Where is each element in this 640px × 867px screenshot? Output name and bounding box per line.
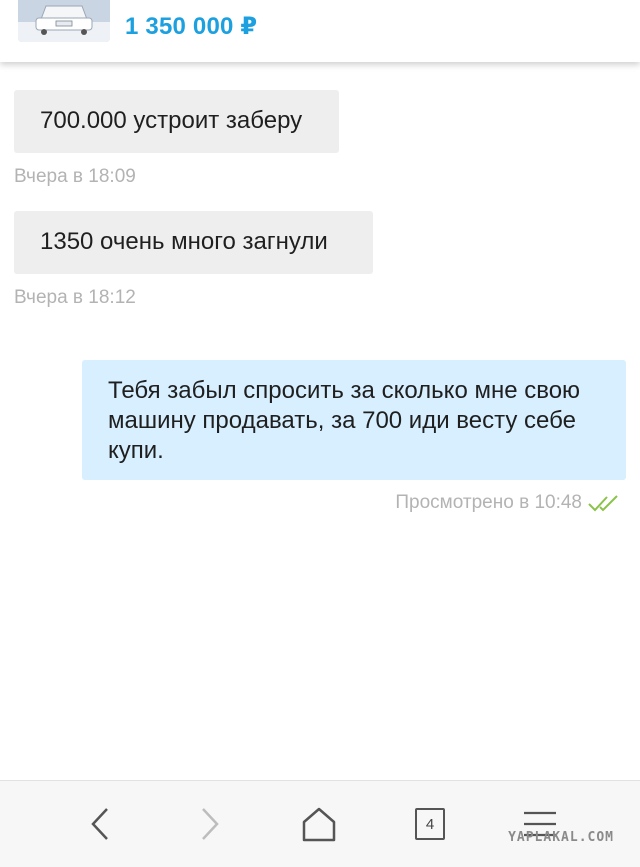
message-text: 700.000 устроит заберу bbox=[40, 107, 303, 134]
tabs-button[interactable]: 4 bbox=[400, 799, 460, 849]
chevron-left-icon bbox=[91, 808, 108, 840]
back-button[interactable] bbox=[70, 799, 130, 849]
tabs-count: 4 bbox=[415, 808, 445, 840]
car-photo-icon bbox=[18, 0, 110, 42]
forward-button[interactable] bbox=[180, 799, 240, 849]
message-text: 1350 очень много загнули bbox=[40, 228, 328, 255]
listing-price: 1 350 000 ₽ bbox=[125, 13, 258, 40]
message-timestamp: Вчера в 18:09 bbox=[14, 166, 136, 187]
home-icon bbox=[302, 807, 336, 842]
outgoing-message-bubble[interactable]: Тебя забыл спросить за сколько мне свою … bbox=[82, 360, 626, 480]
car-photo-thumbnail[interactable] bbox=[18, 0, 110, 42]
double-check-icon bbox=[588, 495, 618, 512]
message-text: Тебя забыл спросить за сколько мне свою … bbox=[108, 377, 581, 464]
watermark: YAPLAKAL.COM bbox=[508, 830, 614, 845]
seen-status-text: Просмотрено в 10:48 bbox=[395, 492, 582, 513]
browser-bottom-nav: 4 bbox=[0, 780, 640, 867]
chevron-right-icon bbox=[202, 808, 219, 840]
incoming-message-bubble[interactable]: 700.000 устроит заберу bbox=[14, 90, 339, 153]
chat-screen: 1 350 000 ₽ 700.000 устроит заберу Вчера… bbox=[0, 0, 640, 867]
listing-header[interactable]: 1 350 000 ₽ bbox=[0, 0, 640, 62]
seen-status: Просмотрено в 10:48 bbox=[395, 492, 622, 514]
home-button[interactable] bbox=[289, 799, 349, 849]
incoming-message-bubble[interactable]: 1350 очень много загнули bbox=[14, 211, 373, 274]
message-timestamp: Вчера в 18:12 bbox=[14, 287, 136, 308]
